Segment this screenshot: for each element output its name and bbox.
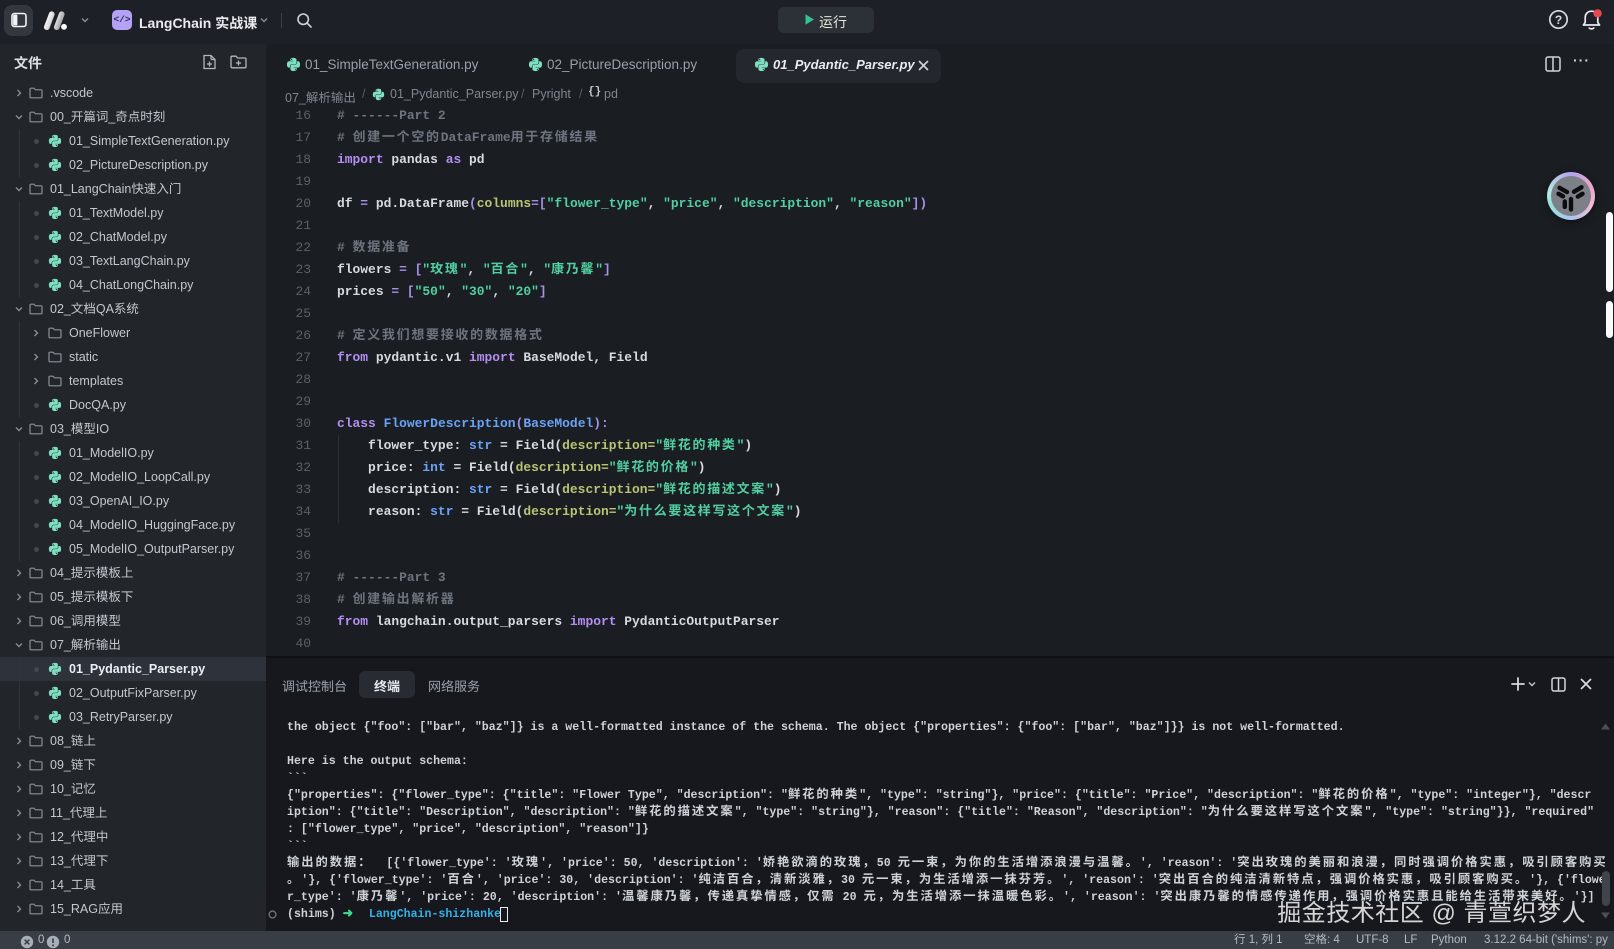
svg-text:?: ? xyxy=(1555,13,1562,27)
